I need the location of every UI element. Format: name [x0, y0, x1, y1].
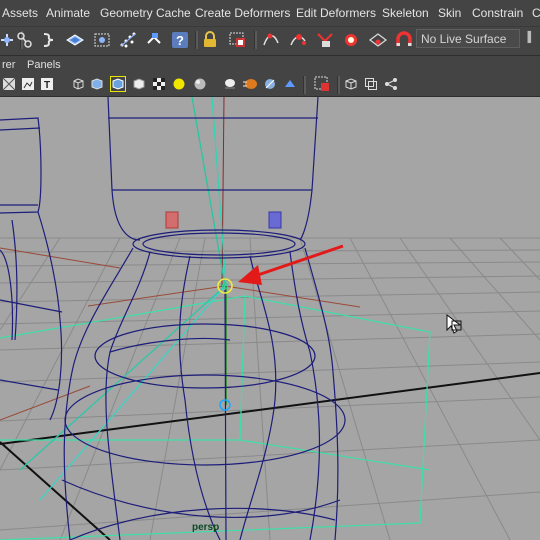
main-menubar: Assets Animate Geometry Cache Create Def… [0, 0, 540, 26]
menu-constrain[interactable]: Constrain [472, 6, 523, 20]
image-plane-icon[interactable] [20, 76, 36, 92]
menu-edit-deformers[interactable]: Edit Deformers [296, 6, 376, 20]
magnet-icon[interactable] [393, 29, 415, 51]
shadows-icon[interactable] [192, 76, 208, 92]
perspective-viewport[interactable] [0, 97, 540, 540]
xray-joints-icon[interactable] [363, 76, 379, 92]
panel-toolbar: T [0, 74, 540, 97]
rotate-icon[interactable] [91, 29, 113, 51]
lasso-tool-icon[interactable] [13, 29, 35, 51]
textured-cube-icon[interactable] [131, 76, 147, 92]
live-surface-chevron-icon[interactable]: ▐ [524, 32, 536, 46]
text-icon[interactable]: T [39, 76, 55, 92]
wireframe-cube-icon[interactable] [70, 76, 86, 92]
snap-to-curve-icon[interactable] [261, 29, 283, 51]
move-icon[interactable] [64, 29, 86, 51]
menu-skin[interactable]: Skin [438, 6, 461, 20]
isolate-select-icon[interactable] [314, 76, 330, 92]
menu-renderer-truncated[interactable]: rer [2, 59, 15, 71]
paint-select-icon[interactable] [38, 29, 60, 51]
menu-create-deformers[interactable]: Create Deformers [195, 6, 290, 20]
wireframe-on-shaded-icon[interactable] [110, 76, 126, 92]
ambient-occlusion-icon[interactable] [222, 76, 238, 92]
toolbar-separator [337, 76, 340, 94]
depth-of-field-icon[interactable] [282, 76, 298, 92]
share-nodes-icon[interactable] [383, 76, 399, 92]
red-handle [165, 211, 179, 229]
toolbar-separator [254, 31, 257, 49]
snap-to-view-plane-icon[interactable] [314, 29, 336, 51]
universal-manipulator-icon[interactable] [143, 29, 165, 51]
menu-panels[interactable]: Panels [27, 59, 61, 71]
menu-truncated[interactable]: C [532, 6, 540, 20]
smooth-shade-cube-icon[interactable] [89, 76, 105, 92]
menu-geometry-cache[interactable]: Geometry Cache [100, 6, 191, 20]
menu-assets[interactable]: Assets [2, 6, 38, 20]
snap-to-point-icon[interactable] [288, 29, 310, 51]
default-light-icon[interactable] [171, 76, 187, 92]
snap-to-grid-icon[interactable] [227, 29, 249, 51]
live-surface-field[interactable]: No Live Surface [416, 29, 520, 48]
anti-aliasing-icon[interactable] [262, 76, 278, 92]
snap-to-surface-icon[interactable] [367, 29, 389, 51]
camera-label: persp [192, 522, 220, 533]
help-icon[interactable]: ? [169, 29, 191, 51]
menu-animate[interactable]: Animate [46, 6, 90, 20]
toolbar-separator [195, 31, 198, 49]
motion-blur-icon[interactable] [242, 76, 258, 92]
blue-handle [268, 211, 282, 229]
scale-icon[interactable] [117, 29, 139, 51]
grid-view-icon[interactable] [1, 76, 17, 92]
toolbar-separator [303, 76, 306, 94]
xray-cube-icon[interactable] [343, 76, 359, 92]
svg-text:T: T [44, 80, 50, 91]
lock-icon[interactable] [199, 29, 221, 51]
make-live-icon[interactable] [341, 29, 363, 51]
checker-icon[interactable] [151, 76, 167, 92]
menu-skeleton[interactable]: Skeleton [382, 6, 429, 20]
panel-menubar: rer Panels [0, 56, 540, 74]
svg-text:?: ? [176, 33, 184, 48]
